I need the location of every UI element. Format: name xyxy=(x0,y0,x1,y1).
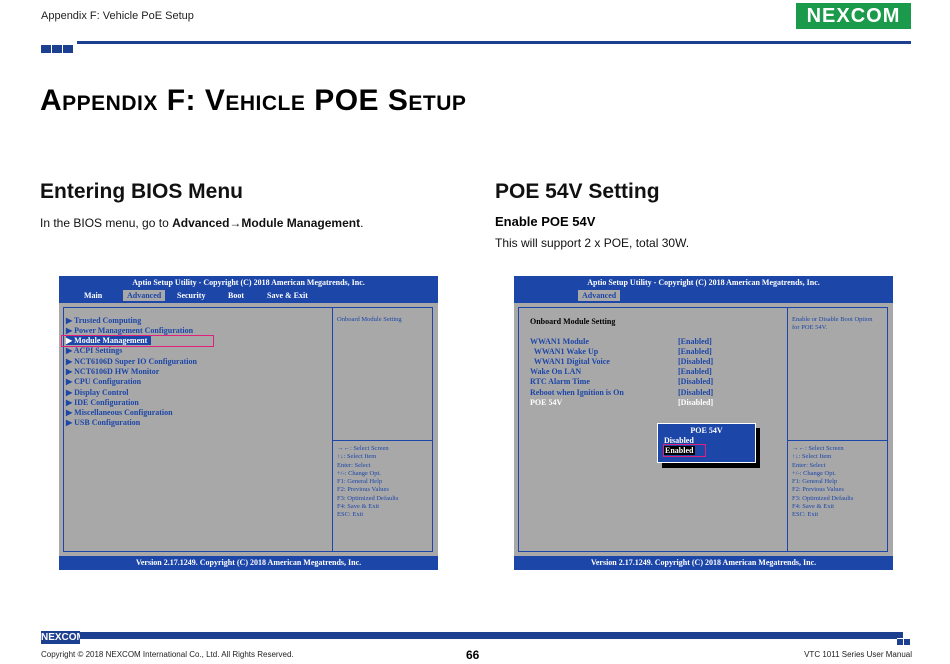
tab-main[interactable]: Main xyxy=(84,291,102,300)
value-wake-on-lan[interactable]: [Enabled] xyxy=(678,367,712,376)
value-wwan1-module[interactable]: [Enabled] xyxy=(678,337,712,346)
setting-poe-54v[interactable]: POE 54V xyxy=(530,398,562,407)
value-reboot-ignition[interactable]: [Disabled] xyxy=(678,388,713,397)
bios-screenshot-poe: Aptio Setup Utility - Copyright (C) 2018… xyxy=(514,276,893,570)
nexcom-logo: NEXCOM xyxy=(796,3,911,29)
menu-item-display-control[interactable]: ▶ Display Control xyxy=(66,388,128,397)
value-wwan1-digital-voice[interactable]: [Disabled] xyxy=(678,357,713,366)
help-keys: →←: Select Screen ↑↓: Select Item Enter:… xyxy=(337,445,399,519)
menu-item-power-management[interactable]: ▶ Power Management Configuration xyxy=(66,326,193,335)
menu-item-trusted-computing[interactable]: ▶ Trusted Computing xyxy=(66,316,141,325)
bios-version-bar: Version 2.17.1249. Copyright (C) 2018 Am… xyxy=(59,556,438,570)
footer-rule xyxy=(80,632,897,639)
value-rtc-alarm[interactable]: [Disabled] xyxy=(678,377,713,386)
page-number: 66 xyxy=(466,648,480,662)
section-title: Onboard Module Setting xyxy=(530,317,616,326)
instruction-paragraph: In the BIOS menu, go to Advanced→Module … xyxy=(40,216,364,230)
help-keys: →←: Select Screen ↑↓: Select Item Enter:… xyxy=(792,445,854,519)
menu-item-cpu-configuration[interactable]: ▶ CPU Configuration xyxy=(66,377,141,386)
popup-title: POE 54V xyxy=(690,426,723,435)
setting-wwan1-digital-voice[interactable]: WWAN1 Digital Voice xyxy=(530,357,610,366)
footer-copyright: Copyright © 2018 NEXCOM International Co… xyxy=(41,650,294,659)
poe-option-popup[interactable]: POE 54V Disabled Enabled xyxy=(657,423,756,463)
help-description: Enable or Disable Boot Option for POE 54… xyxy=(792,316,873,332)
help-separator xyxy=(332,440,432,441)
tab-advanced[interactable]: Advanced xyxy=(578,290,621,301)
bios-menu-bar: Main Advanced Security Boot Save & Exit xyxy=(59,289,438,303)
setting-reboot-ignition[interactable]: Reboot when Ignition is On xyxy=(530,388,624,397)
bios-menu-bar: Advanced xyxy=(514,289,893,303)
footer-logo: NEXCOM xyxy=(41,631,85,644)
tab-security[interactable]: Security xyxy=(177,291,205,300)
bios-title-bar: Aptio Setup Utility - Copyright (C) 2018… xyxy=(59,276,438,289)
manual-title: VTC 1011 Series User Manual xyxy=(804,650,912,659)
running-header: Appendix F: Vehicle PoE Setup xyxy=(41,10,194,22)
bios-title-bar: Aptio Setup Utility - Copyright (C) 2018… xyxy=(514,276,893,289)
menu-item-ide-configuration[interactable]: ▶ IDE Configuration xyxy=(66,398,139,407)
help-separator xyxy=(787,440,887,441)
poe-description: This will support 2 x POE, total 30W. xyxy=(495,236,690,250)
tab-advanced[interactable]: Advanced xyxy=(123,290,166,301)
value-wwan1-wake-up[interactable]: [Enabled] xyxy=(678,347,712,356)
value-poe-54v[interactable]: [Disabled] xyxy=(678,398,713,407)
help-description: Onboard Module Setting xyxy=(337,316,402,323)
section-heading-entering-bios: Entering BIOS Menu xyxy=(40,180,244,203)
menu-item-misc-configuration[interactable]: ▶ Miscellaneous Configuration xyxy=(66,408,173,417)
section-heading-poe: POE 54V Setting xyxy=(495,180,660,203)
menu-item-hw-monitor[interactable]: ▶ NCT6106D HW Monitor xyxy=(66,367,159,376)
setting-wwan1-module[interactable]: WWAN1 Module xyxy=(530,337,589,346)
bios-version-bar: Version 2.17.1249. Copyright (C) 2018 Am… xyxy=(514,556,893,570)
page-title: Appendix F: Vehicle POE Setup xyxy=(40,84,467,117)
menu-item-usb-configuration[interactable]: ▶ USB Configuration xyxy=(66,418,140,427)
highlight-box xyxy=(663,444,706,457)
tab-boot[interactable]: Boot xyxy=(228,291,244,300)
subheading-enable-poe: Enable POE 54V xyxy=(495,214,596,229)
menu-item-acpi-settings[interactable]: ▶ ACPI Settings xyxy=(66,346,122,355)
tab-save-exit[interactable]: Save & Exit xyxy=(267,291,308,300)
menu-item-super-io[interactable]: ▶ NCT6106D Super IO Configuration xyxy=(66,357,197,366)
header-rule xyxy=(77,41,911,44)
bios-screenshot-advanced: Aptio Setup Utility - Copyright (C) 2018… xyxy=(59,276,438,570)
setting-rtc-alarm[interactable]: RTC Alarm Time xyxy=(530,377,590,386)
setting-wake-on-lan[interactable]: Wake On LAN xyxy=(530,367,581,376)
header-squares xyxy=(41,40,74,58)
setting-wwan1-wake-up[interactable]: WWAN1 Wake Up xyxy=(530,347,598,356)
